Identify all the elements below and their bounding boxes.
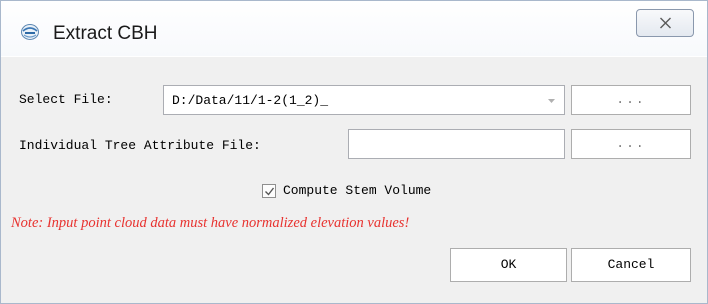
- ok-button[interactable]: OK: [450, 248, 567, 282]
- checkmark-icon: [265, 187, 275, 196]
- select-file-value: D:/Data/11/1-2(1_2)_: [172, 93, 329, 108]
- select-file-combobox[interactable]: D:/Data/11/1-2(1_2)_: [163, 85, 565, 115]
- chevron-down-icon[interactable]: [548, 98, 555, 104]
- attribute-file-label: Individual Tree Attribute File:: [19, 138, 261, 153]
- close-icon: [660, 17, 671, 29]
- cancel-button[interactable]: Cancel: [571, 248, 691, 282]
- window-title: Extract CBH: [53, 23, 158, 44]
- app-logo-icon: [21, 24, 39, 40]
- attribute-file-browse-button[interactable]: ...: [571, 129, 691, 159]
- compute-stem-volume-checkbox[interactable]: [262, 184, 276, 198]
- extract-cbh-dialog: Extract CBH Select File: D:/Data/11/1-2(…: [0, 0, 708, 304]
- note-text: Note: Input point cloud data must have n…: [11, 215, 410, 231]
- close-button[interactable]: [636, 9, 694, 37]
- title-bar[interactable]: Extract CBH: [1, 1, 707, 57]
- attribute-file-input[interactable]: [348, 129, 565, 159]
- dialog-body: Select File: D:/Data/11/1-2(1_2)_ ... In…: [7, 65, 702, 297]
- compute-stem-volume-label[interactable]: Compute Stem Volume: [283, 183, 431, 198]
- select-file-label: Select File:: [19, 92, 113, 107]
- select-file-browse-button[interactable]: ...: [571, 85, 691, 115]
